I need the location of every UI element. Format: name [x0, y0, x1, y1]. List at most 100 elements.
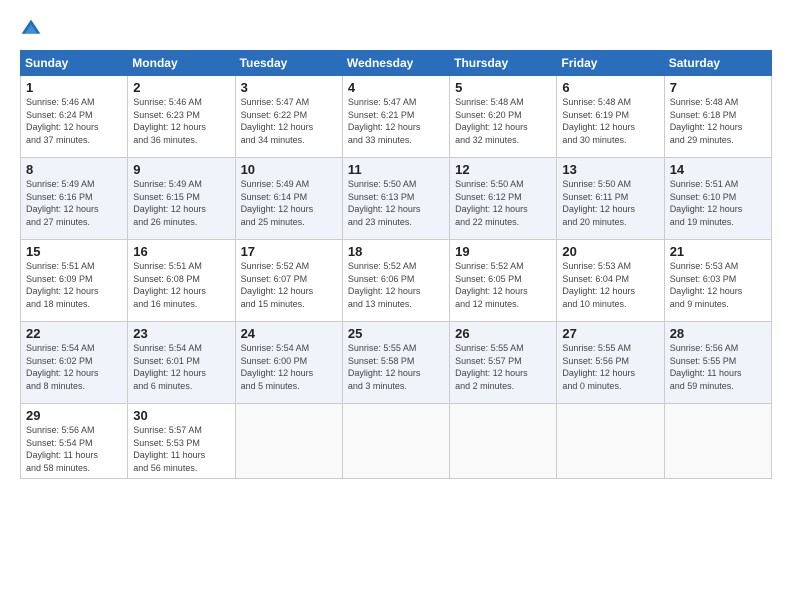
calendar-cell: 26Sunrise: 5:55 AM Sunset: 5:57 PM Dayli… [450, 322, 557, 404]
day-number: 5 [455, 80, 552, 95]
day-info: Sunrise: 5:55 AM Sunset: 5:57 PM Dayligh… [455, 342, 552, 392]
day-number: 9 [133, 162, 230, 177]
calendar-cell: 30Sunrise: 5:57 AM Sunset: 5:53 PM Dayli… [128, 404, 235, 479]
day-info: Sunrise: 5:56 AM Sunset: 5:54 PM Dayligh… [26, 424, 123, 474]
week-row-5: 29Sunrise: 5:56 AM Sunset: 5:54 PM Dayli… [21, 404, 772, 479]
day-info: Sunrise: 5:50 AM Sunset: 6:12 PM Dayligh… [455, 178, 552, 228]
weekday-header-sunday: Sunday [21, 51, 128, 76]
page: SundayMondayTuesdayWednesdayThursdayFrid… [0, 0, 792, 489]
calendar-cell: 27Sunrise: 5:55 AM Sunset: 5:56 PM Dayli… [557, 322, 664, 404]
week-row-2: 8Sunrise: 5:49 AM Sunset: 6:16 PM Daylig… [21, 158, 772, 240]
day-number: 7 [670, 80, 767, 95]
day-info: Sunrise: 5:54 AM Sunset: 6:01 PM Dayligh… [133, 342, 230, 392]
calendar-cell: 1Sunrise: 5:46 AM Sunset: 6:24 PM Daylig… [21, 76, 128, 158]
day-number: 29 [26, 408, 123, 423]
calendar-cell: 22Sunrise: 5:54 AM Sunset: 6:02 PM Dayli… [21, 322, 128, 404]
day-number: 17 [241, 244, 338, 259]
day-info: Sunrise: 5:47 AM Sunset: 6:22 PM Dayligh… [241, 96, 338, 146]
calendar-cell [342, 404, 449, 479]
calendar-cell: 4Sunrise: 5:47 AM Sunset: 6:21 PM Daylig… [342, 76, 449, 158]
calendar-cell: 21Sunrise: 5:53 AM Sunset: 6:03 PM Dayli… [664, 240, 771, 322]
calendar-cell: 8Sunrise: 5:49 AM Sunset: 6:16 PM Daylig… [21, 158, 128, 240]
calendar-cell [664, 404, 771, 479]
calendar-cell: 10Sunrise: 5:49 AM Sunset: 6:14 PM Dayli… [235, 158, 342, 240]
week-row-3: 15Sunrise: 5:51 AM Sunset: 6:09 PM Dayli… [21, 240, 772, 322]
day-number: 24 [241, 326, 338, 341]
weekday-header-wednesday: Wednesday [342, 51, 449, 76]
calendar-cell: 24Sunrise: 5:54 AM Sunset: 6:00 PM Dayli… [235, 322, 342, 404]
weekday-header-thursday: Thursday [450, 51, 557, 76]
calendar-cell [557, 404, 664, 479]
day-info: Sunrise: 5:53 AM Sunset: 6:04 PM Dayligh… [562, 260, 659, 310]
calendar-cell: 9Sunrise: 5:49 AM Sunset: 6:15 PM Daylig… [128, 158, 235, 240]
day-info: Sunrise: 5:46 AM Sunset: 6:24 PM Dayligh… [26, 96, 123, 146]
calendar-cell: 3Sunrise: 5:47 AM Sunset: 6:22 PM Daylig… [235, 76, 342, 158]
weekday-header-row: SundayMondayTuesdayWednesdayThursdayFrid… [21, 51, 772, 76]
day-number: 25 [348, 326, 445, 341]
day-info: Sunrise: 5:47 AM Sunset: 6:21 PM Dayligh… [348, 96, 445, 146]
day-info: Sunrise: 5:50 AM Sunset: 6:11 PM Dayligh… [562, 178, 659, 228]
day-info: Sunrise: 5:51 AM Sunset: 6:09 PM Dayligh… [26, 260, 123, 310]
calendar-cell: 5Sunrise: 5:48 AM Sunset: 6:20 PM Daylig… [450, 76, 557, 158]
day-info: Sunrise: 5:48 AM Sunset: 6:19 PM Dayligh… [562, 96, 659, 146]
day-info: Sunrise: 5:56 AM Sunset: 5:55 PM Dayligh… [670, 342, 767, 392]
calendar-cell: 2Sunrise: 5:46 AM Sunset: 6:23 PM Daylig… [128, 76, 235, 158]
calendar-cell: 16Sunrise: 5:51 AM Sunset: 6:08 PM Dayli… [128, 240, 235, 322]
day-info: Sunrise: 5:52 AM Sunset: 6:07 PM Dayligh… [241, 260, 338, 310]
day-number: 21 [670, 244, 767, 259]
calendar-cell: 11Sunrise: 5:50 AM Sunset: 6:13 PM Dayli… [342, 158, 449, 240]
day-number: 1 [26, 80, 123, 95]
day-number: 22 [26, 326, 123, 341]
logo-icon [20, 18, 42, 40]
day-info: Sunrise: 5:48 AM Sunset: 6:18 PM Dayligh… [670, 96, 767, 146]
day-number: 20 [562, 244, 659, 259]
day-info: Sunrise: 5:57 AM Sunset: 5:53 PM Dayligh… [133, 424, 230, 474]
day-info: Sunrise: 5:53 AM Sunset: 6:03 PM Dayligh… [670, 260, 767, 310]
calendar-cell [450, 404, 557, 479]
day-number: 11 [348, 162, 445, 177]
day-number: 28 [670, 326, 767, 341]
weekday-header-monday: Monday [128, 51, 235, 76]
weekday-header-saturday: Saturday [664, 51, 771, 76]
day-info: Sunrise: 5:50 AM Sunset: 6:13 PM Dayligh… [348, 178, 445, 228]
day-info: Sunrise: 5:52 AM Sunset: 6:06 PM Dayligh… [348, 260, 445, 310]
day-info: Sunrise: 5:46 AM Sunset: 6:23 PM Dayligh… [133, 96, 230, 146]
calendar-cell: 13Sunrise: 5:50 AM Sunset: 6:11 PM Dayli… [557, 158, 664, 240]
day-info: Sunrise: 5:52 AM Sunset: 6:05 PM Dayligh… [455, 260, 552, 310]
week-row-4: 22Sunrise: 5:54 AM Sunset: 6:02 PM Dayli… [21, 322, 772, 404]
calendar-cell: 20Sunrise: 5:53 AM Sunset: 6:04 PM Dayli… [557, 240, 664, 322]
day-info: Sunrise: 5:49 AM Sunset: 6:16 PM Dayligh… [26, 178, 123, 228]
day-number: 16 [133, 244, 230, 259]
day-number: 27 [562, 326, 659, 341]
day-info: Sunrise: 5:51 AM Sunset: 6:08 PM Dayligh… [133, 260, 230, 310]
day-number: 10 [241, 162, 338, 177]
header-row [20, 18, 772, 40]
day-info: Sunrise: 5:48 AM Sunset: 6:20 PM Dayligh… [455, 96, 552, 146]
calendar-cell: 7Sunrise: 5:48 AM Sunset: 6:18 PM Daylig… [664, 76, 771, 158]
calendar-body: 1Sunrise: 5:46 AM Sunset: 6:24 PM Daylig… [21, 76, 772, 479]
calendar-cell: 12Sunrise: 5:50 AM Sunset: 6:12 PM Dayli… [450, 158, 557, 240]
day-info: Sunrise: 5:55 AM Sunset: 5:56 PM Dayligh… [562, 342, 659, 392]
calendar-cell: 18Sunrise: 5:52 AM Sunset: 6:06 PM Dayli… [342, 240, 449, 322]
day-number: 6 [562, 80, 659, 95]
day-info: Sunrise: 5:49 AM Sunset: 6:15 PM Dayligh… [133, 178, 230, 228]
day-number: 12 [455, 162, 552, 177]
day-number: 26 [455, 326, 552, 341]
calendar-cell: 28Sunrise: 5:56 AM Sunset: 5:55 PM Dayli… [664, 322, 771, 404]
calendar-cell: 17Sunrise: 5:52 AM Sunset: 6:07 PM Dayli… [235, 240, 342, 322]
day-info: Sunrise: 5:55 AM Sunset: 5:58 PM Dayligh… [348, 342, 445, 392]
day-number: 3 [241, 80, 338, 95]
calendar-cell: 15Sunrise: 5:51 AM Sunset: 6:09 PM Dayli… [21, 240, 128, 322]
weekday-header-friday: Friday [557, 51, 664, 76]
day-number: 19 [455, 244, 552, 259]
weekday-header-tuesday: Tuesday [235, 51, 342, 76]
week-row-1: 1Sunrise: 5:46 AM Sunset: 6:24 PM Daylig… [21, 76, 772, 158]
day-number: 14 [670, 162, 767, 177]
day-number: 18 [348, 244, 445, 259]
calendar-cell: 25Sunrise: 5:55 AM Sunset: 5:58 PM Dayli… [342, 322, 449, 404]
calendar-cell [235, 404, 342, 479]
day-info: Sunrise: 5:49 AM Sunset: 6:14 PM Dayligh… [241, 178, 338, 228]
calendar-cell: 6Sunrise: 5:48 AM Sunset: 6:19 PM Daylig… [557, 76, 664, 158]
day-number: 2 [133, 80, 230, 95]
day-info: Sunrise: 5:54 AM Sunset: 6:02 PM Dayligh… [26, 342, 123, 392]
